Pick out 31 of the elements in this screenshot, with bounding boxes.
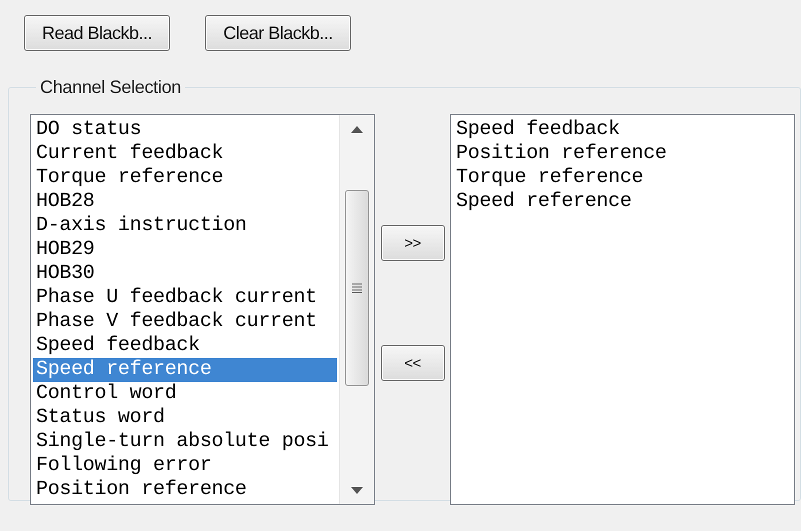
scroll-up-icon[interactable] [351, 126, 363, 132]
list-box[interactable] [30, 114, 375, 505]
scroll-down-icon[interactable] [351, 486, 363, 494]
list-item[interactable]: Single-turn absolute posi [33, 430, 337, 454]
list-box[interactable]: Speed feedback Position reference Torque reference Speed reference [450, 114, 795, 505]
list-item[interactable]: HOB30 [33, 262, 337, 286]
read-blackbox-button[interactable]: Read Blackb... [24, 15, 170, 51]
grip-icon [352, 283, 362, 293]
list-item[interactable]: HOB28 [33, 190, 337, 214]
list-item[interactable]: Speed feedback [453, 118, 792, 142]
add-button[interactable]: >> [380, 225, 444, 261]
list-item[interactable]: Phase U feedback current [33, 286, 337, 310]
remove-button[interactable]: << [380, 345, 444, 381]
list-item[interactable]: Status word [33, 406, 337, 430]
list-item[interactable]: Speed feedback [33, 334, 337, 358]
list-item[interactable]: Control word [33, 382, 337, 406]
list-item[interactable]: Speed reference [453, 190, 792, 214]
list-item[interactable]: Following error [33, 454, 337, 478]
list-item[interactable]: Torque reference [33, 166, 337, 190]
list-item[interactable]: Position reference [453, 142, 792, 166]
list-item[interactable]: Phase V feedback current [33, 310, 337, 334]
scroll-bar[interactable] [339, 115, 374, 504]
clear-blackbox-button[interactable]: Clear Blackb... [205, 15, 351, 51]
list-item[interactable]: Current feedback [33, 142, 337, 166]
list-item[interactable]: Torque reference [453, 166, 792, 190]
list-item[interactable]: Speed reference [33, 358, 337, 382]
list-item[interactable]: D-axis instruction [33, 214, 337, 238]
list-item[interactable]: Position reference [33, 478, 337, 502]
list-item[interactable]: HOB29 [33, 238, 337, 262]
group-title: Channel Selection [39, 77, 182, 98]
list-item[interactable]: DO status [33, 118, 337, 142]
